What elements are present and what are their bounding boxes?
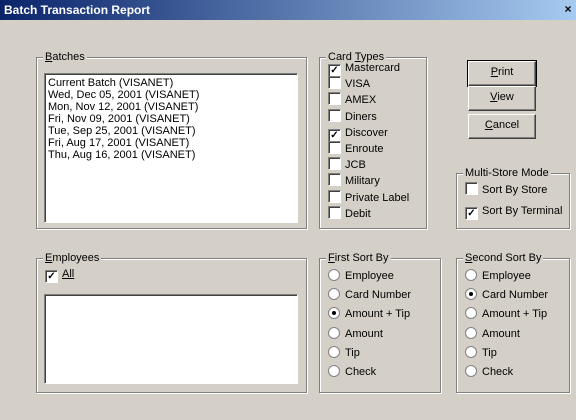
batch-list-item[interactable]: Fri, Nov 09, 2001 (VISANET) [45,113,297,125]
first-sort-radio[interactable]: Amount + Tip [328,306,410,322]
radio-label: Employee [345,270,394,282]
radio-circle [328,288,340,301]
checkbox-box: ✓ [45,270,58,283]
checkbox-box: ✓ [465,207,478,220]
card-type-label: Discover [345,126,388,139]
window-title: Batch Transaction Report [4,3,151,17]
radio-label: Amount [345,327,383,340]
card-type-label: Private Label [345,191,410,204]
card-type-checkbox[interactable]: VISA [328,76,370,92]
sort-by-store-checkbox[interactable]: Sort By Store [465,182,547,198]
first-sort-radio[interactable]: Card Number [328,287,411,303]
all-employees-checkbox[interactable]: ✓ All [45,266,74,283]
radio-label: Employee [482,270,531,282]
first-sort-legend: First Sort By [326,251,391,265]
card-type-label: JCB [345,159,366,172]
radio-circle [465,345,477,358]
card-type-checkbox[interactable]: Debit [328,205,371,222]
radio-label: Check [345,366,377,378]
radio-label: Amount [482,327,520,340]
card-type-checkbox[interactable]: ✓ Discover [328,125,388,142]
card-type-label: Mastercard [345,62,401,74]
radio-circle [328,345,340,358]
batch-list-item[interactable]: Current Batch (VISANET) [45,77,297,89]
second-sort-group: Second Sort By Employee Card Number Amount… [456,251,570,393]
radio-circle [465,288,477,301]
batches-listbox[interactable]: Current Batch (VISANET) Wed, Dec 05, 2001… [44,73,298,223]
batch-list-item[interactable]: Wed, Dec 05, 2001 (VISANET) [45,89,297,101]
first-sort-radio[interactable]: Amount [328,326,383,342]
second-sort-radio[interactable]: Tip [465,345,497,361]
radio-label: Amount + Tip [345,308,411,321]
radio-circle [328,365,340,377]
checkbox-box: ✓ [328,128,341,142]
radio-label: Tip [345,346,360,359]
radio-circle [328,307,340,320]
radio-label: Tip [482,346,497,359]
radio-circle [465,269,477,281]
second-sort-radio[interactable]: Amount [465,326,520,342]
radio-label: Amount + Tip [482,308,548,321]
cancel-button[interactable]: Cancel [468,114,536,139]
card-types-group: Card Types ✓ Mastercard VISA AMEX Diners ✓ Dis… [319,50,427,229]
card-type-label: Diners [345,110,377,123]
card-type-checkbox[interactable]: AMEX [328,92,376,108]
first-sort-radio[interactable]: Employee [328,268,394,284]
multi-store-legend: Multi-Store Mode [463,166,551,180]
card-type-label: Enroute [345,143,384,155]
title-bar: Batch Transaction Report × [0,0,576,20]
radio-circle [328,326,340,339]
first-sort-radio[interactable]: Check [328,364,376,380]
checkbox-box [328,173,341,187]
card-type-checkbox[interactable]: Private Label [328,189,410,206]
card-type-checkbox[interactable]: JCB [328,157,366,173]
checkbox-box [328,76,341,90]
second-sort-radio[interactable]: Card Number [465,287,548,303]
batches-legend: Batches [43,50,87,64]
checkbox-box [328,141,341,154]
card-type-checkbox[interactable]: Military [328,173,380,189]
card-type-checkbox[interactable]: Enroute [328,141,384,157]
checkbox-box [328,205,341,219]
sort-by-terminal-checkbox[interactable]: ✓ Sort By Terminal [465,203,563,220]
second-sort-radio[interactable]: Amount + Tip [465,306,547,322]
card-type-label: Military [345,175,380,188]
batch-list-item[interactable]: Tue, Sep 25, 2001 (VISANET) [45,125,297,137]
multi-store-group: Multi-Store Mode Sort By Store ✓ Sort By … [456,166,570,229]
card-type-checkbox[interactable]: ✓ Mastercard [328,60,401,77]
card-type-checkbox[interactable]: Diners [328,108,377,125]
checkbox-box [328,157,341,171]
batch-list-item[interactable]: Fri, Aug 17, 2001 (VISANET) [45,137,297,149]
second-sort-legend: Second Sort By [463,251,544,265]
view-button[interactable]: View [468,86,536,111]
close-icon[interactable]: × [560,2,576,17]
checkbox-box [328,189,341,203]
employees-listbox[interactable] [44,294,298,384]
radio-label: Check [482,366,514,378]
radio-circle [465,326,477,339]
batch-list-item[interactable]: Mon, Nov 12, 2001 (VISANET) [45,101,297,113]
radio-circle [465,307,477,320]
checkbox-box [328,108,341,122]
card-type-label: VISA [345,78,371,91]
print-button[interactable]: Print [467,60,537,87]
employees-legend: Employees [43,251,102,265]
second-sort-radio[interactable]: Employee [465,268,531,284]
batch-list-item[interactable]: Thu, Aug 16, 2001 (VISANET) [45,149,297,161]
first-sort-radio[interactable]: Tip [328,345,360,361]
card-type-label: Debit [345,207,371,220]
radio-label: Card Number [345,289,412,302]
first-sort-group: First Sort By Employee Card Number Amount … [319,251,441,393]
checkbox-box [328,92,341,106]
checkbox-box: ✓ [328,64,341,77]
radio-label: Card Number [482,289,549,302]
card-type-label: AMEX [345,94,377,107]
radio-circle [328,269,340,281]
checkbox-box [465,182,478,195]
employees-group: Employees ✓ All [36,251,307,393]
batches-group: Batches Current Batch (VISANET) Wed, Dec … [36,50,307,229]
radio-circle [465,365,477,377]
second-sort-radio[interactable]: Check [465,364,513,380]
